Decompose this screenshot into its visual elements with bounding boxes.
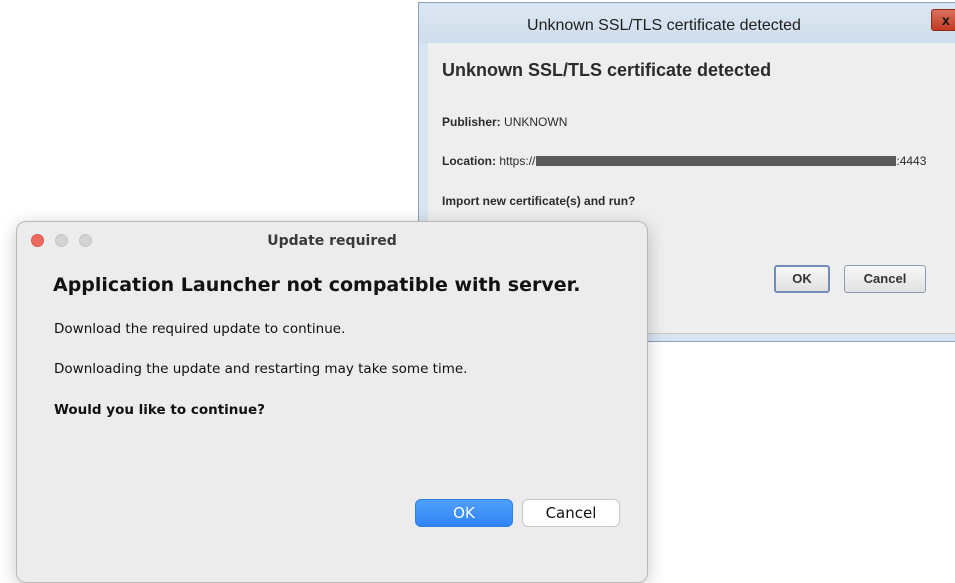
update-question: Would you like to continue?: [54, 402, 266, 418]
publisher-value: UNKNOWN: [504, 115, 568, 129]
location-label: Location:: [442, 154, 496, 168]
ssl-dialog-heading: Unknown SSL/TLS certificate detected: [442, 60, 772, 80]
publisher-row: Publisher: UNKNOWN: [442, 115, 567, 129]
location-prefix: https://: [499, 154, 536, 168]
publisher-label: Publisher:: [442, 115, 501, 129]
update-line-restart: Downloading the update and restarting ma…: [54, 361, 468, 377]
import-question-text: Import new certificate(s) and run?: [442, 194, 636, 208]
location-row: Location: https:// :4443: [442, 154, 926, 168]
ssl-dialog-title: Unknown SSL/TLS certificate detected: [527, 17, 801, 34]
redacted-url-block: [536, 156, 897, 166]
update-dialog-heading: Application Launcher not compatible with…: [53, 274, 581, 296]
update-line-download: Download the required update to continue…: [54, 321, 346, 337]
import-question: Import new certificate(s) and run?: [442, 194, 635, 208]
ssl-dialog-titlebar[interactable]: Unknown SSL/TLS certificate detected x: [419, 3, 955, 43]
update-dialog-title: Update required: [267, 233, 397, 249]
update-required-dialog: Update required Application Launcher not…: [16, 221, 648, 583]
update-ok-button[interactable]: OK: [415, 499, 513, 527]
update-cancel-button[interactable]: Cancel: [522, 499, 620, 527]
update-dialog-titlebar[interactable]: Update required: [17, 222, 647, 256]
location-port: :4443: [896, 154, 927, 168]
close-icon[interactable]: x: [931, 9, 955, 31]
ssl-cancel-button[interactable]: Cancel: [844, 265, 926, 293]
ssl-ok-button[interactable]: OK: [774, 265, 830, 293]
